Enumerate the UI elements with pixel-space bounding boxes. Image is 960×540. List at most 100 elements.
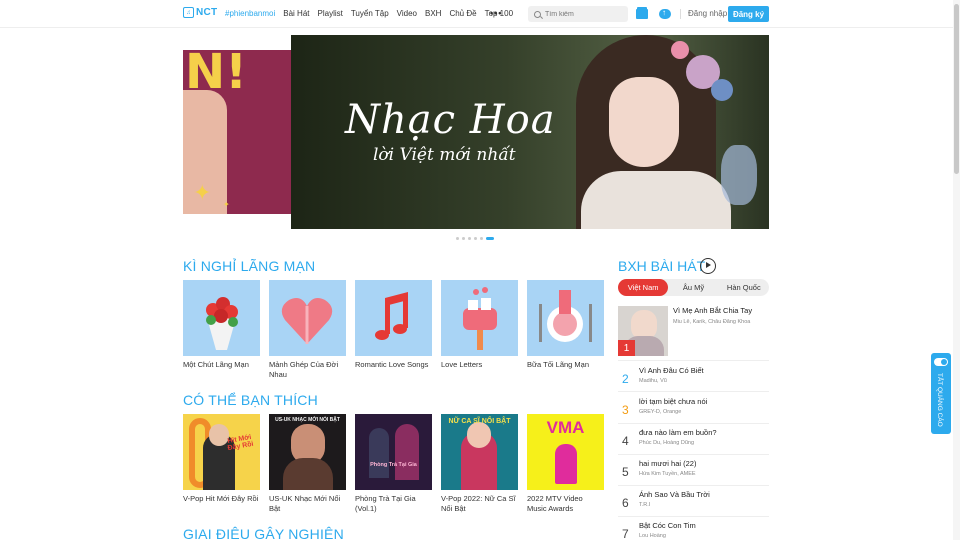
header-divider	[680, 9, 681, 19]
banner-dot[interactable]	[456, 237, 459, 240]
nav-item-chart[interactable]: BXH	[425, 9, 441, 18]
nav-item-collections[interactable]: Tuyển Tập	[351, 9, 389, 18]
banner-dot-active[interactable]	[486, 237, 494, 240]
page-scrollbar[interactable]	[953, 0, 960, 540]
chart-row[interactable]: 6 Ánh Sao Và Bầu Trời T.R.I	[618, 488, 769, 517]
flower-decoration	[671, 41, 689, 59]
section-title-catchy[interactable]: GIAI ĐIỆU GÂY NGHIỆN	[183, 526, 344, 540]
song-artist[interactable]: Phúc Du, Hoàng Dũng	[639, 440, 694, 446]
rank-number: 6	[622, 496, 629, 510]
rank-number: 2	[622, 372, 629, 386]
song-title[interactable]: Vì Mẹ Anh Bắt Chia Tay	[673, 306, 752, 315]
playlist-caption[interactable]: Bữa Tối Lãng Mạn	[527, 360, 604, 370]
chart-row[interactable]: 4 đưa nào làm em buồn? Phúc Du, Hoàng Dũ…	[618, 426, 769, 455]
ad-toggle[interactable]: TẮT QUẢNG CÁO	[931, 353, 951, 434]
playlist-card[interactable]: NỮ CA SĨ NỔI BẬT V-Pop 2022: Nữ Ca Sĩ Nổ…	[441, 414, 518, 514]
signup-button[interactable]: Đăng ký	[728, 6, 769, 22]
playlist-caption[interactable]: Love Letters	[441, 360, 518, 370]
banner-dot[interactable]	[462, 237, 465, 240]
playlist-card[interactable]: Hit Mới Đây Rồi V-Pop Hit Mới Đây Rồi	[183, 414, 260, 504]
playlist-card[interactable]: Mảnh Ghép Của Đời Nhau	[269, 280, 346, 380]
tab-usuk[interactable]: Âu Mỹ	[668, 279, 718, 296]
song-artist[interactable]: GREY-D, Orange	[639, 409, 681, 415]
more-menu-icon[interactable]: •••	[490, 8, 502, 18]
song-artist[interactable]: T.R.I	[639, 502, 650, 508]
rank-number: 5	[622, 465, 629, 479]
banner-subtitle: lời Việt mới nhất	[373, 145, 516, 165]
login-link[interactable]: Đăng nhập	[688, 9, 727, 18]
playlist-thumb: US-UK NHẠC MỚI NỔI BẬT	[269, 414, 346, 490]
thumb-person	[369, 428, 389, 478]
playlist-caption[interactable]: Romantic Love Songs	[355, 360, 432, 370]
logo-mark-icon: ♫	[183, 7, 194, 18]
search-input[interactable]	[545, 10, 625, 18]
song-title[interactable]: lời tạm biệt chưa nói	[639, 397, 707, 406]
play-all-icon[interactable]	[700, 258, 716, 274]
playlist-caption[interactable]: Một Chút Lãng Mạn	[183, 360, 260, 370]
playlist-caption[interactable]: US-UK Nhạc Mới Nổi Bật	[269, 494, 346, 514]
upload-icon[interactable]	[659, 8, 671, 19]
flower-decoration	[711, 79, 733, 101]
playlist-thumb: Hit Mới Đây Rồi	[183, 414, 260, 490]
chart-row[interactable]: 2 Vì Anh Đâu Có Biết Madihu, Vũ	[618, 364, 769, 392]
banner-dot[interactable]	[480, 237, 483, 240]
playlist-thumb	[441, 280, 518, 356]
playlist-card[interactable]: Phòng Trà Tại Gia Phòng Trà Tại Gia (Vol…	[355, 414, 432, 514]
playlist-card[interactable]: US-UK NHẠC MỚI NỔI BẬT US-UK Nhạc Mới Nổ…	[269, 414, 346, 514]
playlist-caption[interactable]: V-Pop 2022: Nữ Ca Sĩ Nổi Bật	[441, 494, 518, 514]
sparkle-icon: ✦	[193, 180, 212, 205]
toggle-switch-icon[interactable]	[934, 358, 948, 366]
playlist-caption[interactable]: V-Pop Hit Mới Đây Rồi	[183, 494, 260, 504]
song-title[interactable]: đưa nào làm em buồn?	[639, 428, 717, 437]
nav-item-video[interactable]: Video	[397, 9, 417, 18]
playlist-thumb: NỮ CA SĨ NỔI BẬT	[441, 414, 518, 490]
section-title-romantic[interactable]: KÌ NGHỈ LÃNG MẠN	[183, 258, 315, 274]
section-title-suggested[interactable]: CÓ THỂ BẠN THÍCH	[183, 392, 318, 408]
nav-item-playlist[interactable]: Playlist	[318, 9, 343, 18]
chart-row[interactable]: 3 lời tạm biệt chưa nói GREY-D, Orange	[618, 395, 769, 424]
playlist-caption[interactable]: Mảnh Ghép Của Đời Nhau	[269, 360, 346, 380]
song-artist[interactable]: Miu Lê, Karik, Châu Đăng Khoa	[673, 319, 750, 325]
banner-dot[interactable]	[474, 237, 477, 240]
playlist-caption[interactable]: 2022 MTV Video Music Awards	[527, 494, 604, 514]
song-title[interactable]: hai mươi hai (22)	[639, 459, 696, 468]
playlist-card[interactable]: Bữa Tối Lãng Mạn	[527, 280, 604, 370]
song-title[interactable]: Vì Anh Đâu Có Biết	[639, 366, 704, 375]
music-note-icon	[375, 292, 408, 340]
nav-item-topics[interactable]: Chủ Đề	[449, 9, 476, 18]
chart-row[interactable]: 1 Vì Mẹ Anh Bắt Chia Tay Miu Lê, Karik, …	[618, 305, 769, 361]
playlist-thumb	[183, 280, 260, 356]
playlist-caption[interactable]: Phòng Trà Tại Gia (Vol.1)	[355, 494, 432, 514]
tab-korea[interactable]: Hàn Quốc	[719, 279, 769, 296]
chart-row[interactable]: 7 Bật Cóc Con Tim Lou Hoàng	[618, 519, 769, 540]
nav-item-songs[interactable]: Bài Hát	[283, 9, 309, 18]
mailbox-icon	[463, 287, 497, 350]
playlist-thumb	[269, 280, 346, 356]
flower-decoration	[721, 145, 757, 205]
rank-number: 3	[622, 403, 629, 417]
chart-title[interactable]: BXH BÀI HÁT	[618, 258, 705, 274]
playlist-card[interactable]: Một Chút Lãng Mạn	[183, 280, 260, 370]
store-icon[interactable]	[636, 7, 648, 19]
tab-vietnam[interactable]: Việt Nam	[618, 279, 669, 296]
banner-slide-main[interactable]: Nhạc Hoa lời Việt mới nhất	[291, 35, 769, 229]
scrollbar-thumb[interactable]	[954, 4, 959, 174]
song-artist[interactable]: Madihu, Vũ	[639, 378, 667, 384]
search-box[interactable]	[528, 6, 628, 22]
song-title[interactable]: Bật Cóc Con Tim	[639, 521, 696, 530]
playlist-card[interactable]: VMA 2022 MTV Video Music Awards	[527, 414, 604, 514]
banner-slide-previous[interactable]: N! ✦ ✦	[183, 50, 291, 214]
song-artist[interactable]: Lou Hoàng	[639, 533, 666, 539]
banner-portrait-dress	[581, 171, 731, 229]
song-title[interactable]: Ánh Sao Và Bầu Trời	[639, 490, 710, 499]
playlist-card[interactable]: Love Letters	[441, 280, 518, 370]
chart-row[interactable]: 5 hai mươi hai (22) Hứa Kim Tuyền, AMEE	[618, 457, 769, 486]
rank-badge: 1	[618, 340, 635, 356]
nav-item-hashtag[interactable]: #phienbanmoi	[225, 9, 275, 18]
song-artist[interactable]: Hứa Kim Tuyền, AMEE	[639, 471, 696, 477]
playlist-card[interactable]: Romantic Love Songs	[355, 280, 432, 370]
banner-dot[interactable]	[468, 237, 471, 240]
nct-logo[interactable]: ♫ NCT	[183, 7, 217, 18]
banner-portrait-face	[609, 77, 679, 167]
rank-number: 4	[622, 434, 629, 448]
